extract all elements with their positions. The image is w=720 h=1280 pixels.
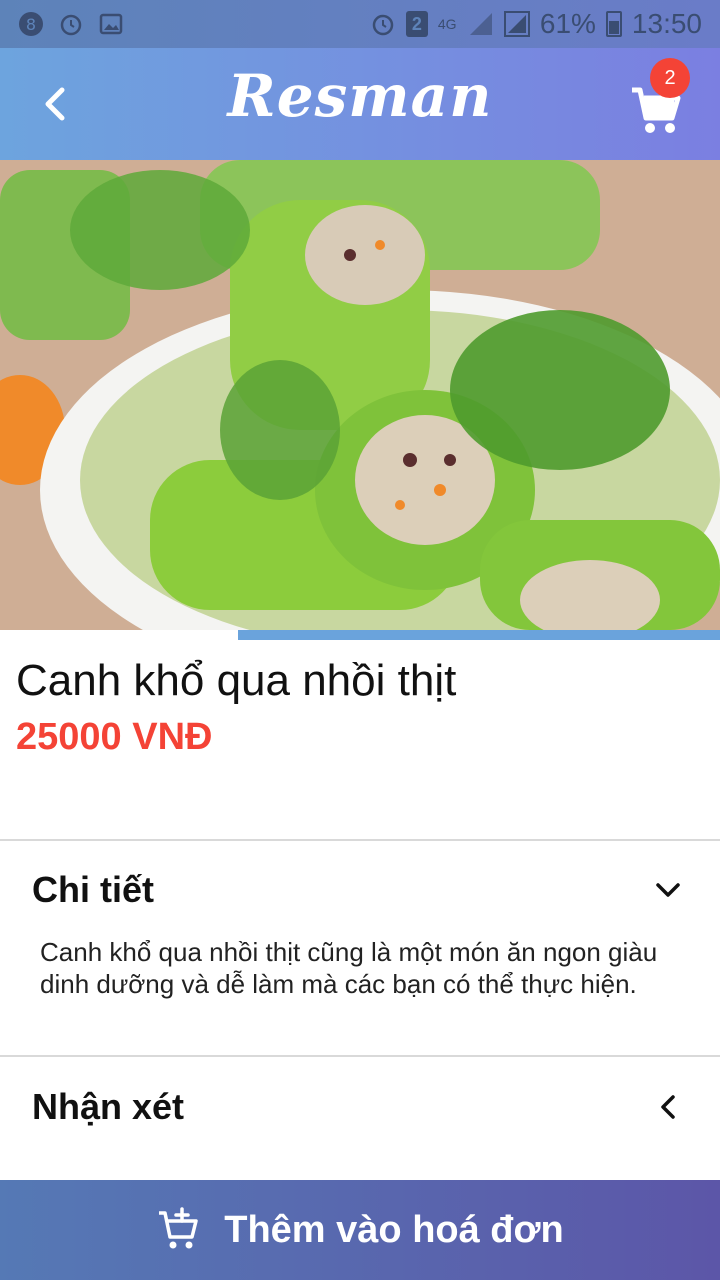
add-to-bill-label: Thêm vào hoá đơn (224, 1208, 564, 1251)
gallery-progress-fill (237, 630, 720, 640)
dish-price: 25000 VNĐ (16, 716, 213, 758)
signal-icon-2 (503, 11, 530, 37)
cart-button[interactable]: 2 (628, 58, 698, 138)
divider (0, 1055, 720, 1057)
app-bar: Resman 2 (0, 48, 720, 160)
app-title: Resman (227, 62, 493, 130)
divider (0, 839, 720, 841)
dish-image[interactable] (0, 160, 720, 630)
screen: 8 2 4G 61% 13:50 Resman 2 Canh khổ qua n… (0, 0, 720, 1280)
details-title: Chi tiết (32, 869, 154, 910)
gallery-progress (0, 630, 720, 640)
chevron-down-icon (648, 870, 688, 910)
add-to-bill-button[interactable]: Thêm vào hoá đơn (0, 1180, 720, 1280)
network-type: 4G (437, 16, 457, 32)
sim-slot-icon: 2 (405, 11, 428, 37)
details-section-header[interactable]: Chi tiết (0, 845, 720, 935)
dish-photo (0, 160, 720, 630)
status-right: 2 4G 61% 13:50 (370, 8, 702, 40)
app-notification-icon: 8 (18, 11, 44, 37)
reviews-title: Nhận xét (32, 1086, 185, 1127)
image-icon (98, 11, 124, 37)
sim-slot-number: 2 (411, 13, 422, 34)
status-left: 8 (18, 11, 124, 37)
battery-percent: 61% (539, 8, 596, 39)
battery-icon (605, 11, 622, 37)
signal-icon (468, 11, 494, 37)
chevron-left-icon (648, 1087, 688, 1127)
alarm-icon (370, 11, 396, 37)
cart-count-badge: 2 (650, 58, 690, 98)
svg-text:8: 8 (26, 15, 36, 34)
clock: 13:50 (631, 8, 702, 39)
details-text: Canh khổ qua nhồi thịt cũng là một món ă… (40, 937, 658, 999)
reviews-section-header[interactable]: Nhận xét (0, 1062, 720, 1152)
add-to-cart-icon (159, 1207, 198, 1249)
alarm-icon (58, 11, 84, 37)
status-bar: 8 2 4G 61% 13:50 (0, 0, 720, 48)
dish-name: Canh khổ qua nhồi thịt (16, 656, 457, 705)
